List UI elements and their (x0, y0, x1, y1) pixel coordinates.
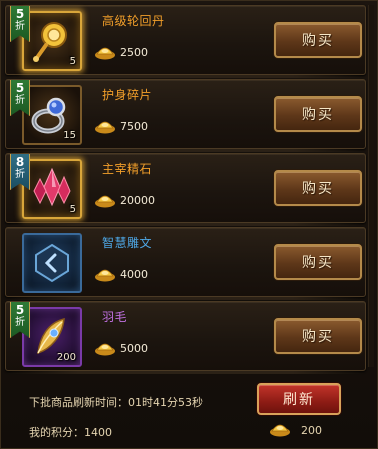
discount-badge: 5 折 (10, 302, 30, 338)
shop-item-row: 5 折 200 羽毛 5000 购买 (5, 301, 366, 374)
buy-button[interactable]: 购买 (274, 22, 362, 58)
discount-badge: 5 折 (10, 6, 30, 42)
item-name: 智慧雕文 (102, 236, 153, 250)
item-slot[interactable]: 5 (22, 11, 82, 71)
refresh-cost: 200 (301, 424, 322, 437)
item-price: 4000 (120, 268, 148, 281)
item-slot[interactable]: 200 (22, 307, 82, 367)
discount-number: 5 (15, 7, 25, 21)
discount-unit: 折 (15, 21, 25, 32)
discount-unit: 折 (15, 317, 25, 328)
item-slot[interactable] (22, 233, 82, 293)
item-quantity: 200 (56, 352, 76, 363)
discount-number: 5 (15, 81, 25, 95)
buy-button[interactable]: 购买 (274, 96, 362, 132)
refresh-button[interactable]: 刷新 (257, 383, 341, 415)
item-price: 2500 (120, 46, 148, 59)
item-price: 20000 (120, 194, 155, 207)
item-name: 高级轮回丹 (102, 14, 165, 28)
buy-button[interactable]: 购买 (274, 244, 362, 280)
buy-button[interactable]: 购买 (274, 318, 362, 354)
discount-number: 8 (15, 155, 25, 169)
shop-item-row: 智慧雕文 4000 购买 (5, 227, 366, 300)
shop-item-row: 5 折 15 护身碎片 7500 购买 (5, 79, 366, 152)
gold-ingot-icon (95, 47, 115, 60)
refresh-countdown: 下批商品刷新时间：01时41分53秒 (29, 396, 203, 409)
gold-ingot-icon (95, 195, 115, 208)
item-name: 护身碎片 (102, 88, 153, 102)
gold-ingot-icon (95, 269, 115, 282)
my-points: 我的积分：1400 (29, 426, 112, 439)
item-price: 5000 (120, 342, 148, 355)
item-quantity: 5 (69, 204, 76, 215)
rune-icon (35, 243, 69, 283)
discount-number: 5 (15, 303, 25, 317)
item-slot[interactable]: 15 (22, 85, 82, 145)
shop-panel: 5 折 5 高级轮回丹 2500 购买 5 折 15 护身碎片 7500 购买 … (0, 0, 378, 449)
gold-ingot-icon (270, 424, 290, 437)
item-price: 7500 (120, 120, 148, 133)
item-quantity: 15 (63, 130, 76, 141)
gold-ingot-icon (95, 121, 115, 134)
discount-badge: 5 折 (10, 80, 30, 116)
item-quantity: 5 (69, 56, 76, 67)
discount-unit: 折 (15, 169, 25, 180)
gold-ingot-icon (95, 343, 115, 356)
discount-unit: 折 (15, 95, 25, 106)
buy-button[interactable]: 购买 (274, 170, 362, 206)
shop-item-row: 8 折 5 主宰精石 20000 购买 (5, 153, 366, 226)
discount-badge: 8 折 (10, 154, 30, 190)
item-name: 羽毛 (102, 310, 128, 324)
item-slot[interactable]: 5 (22, 159, 82, 219)
scrollbar[interactable] (368, 5, 374, 367)
shop-item-row: 5 折 5 高级轮回丹 2500 购买 (5, 5, 366, 78)
item-name: 主宰精石 (102, 162, 153, 176)
